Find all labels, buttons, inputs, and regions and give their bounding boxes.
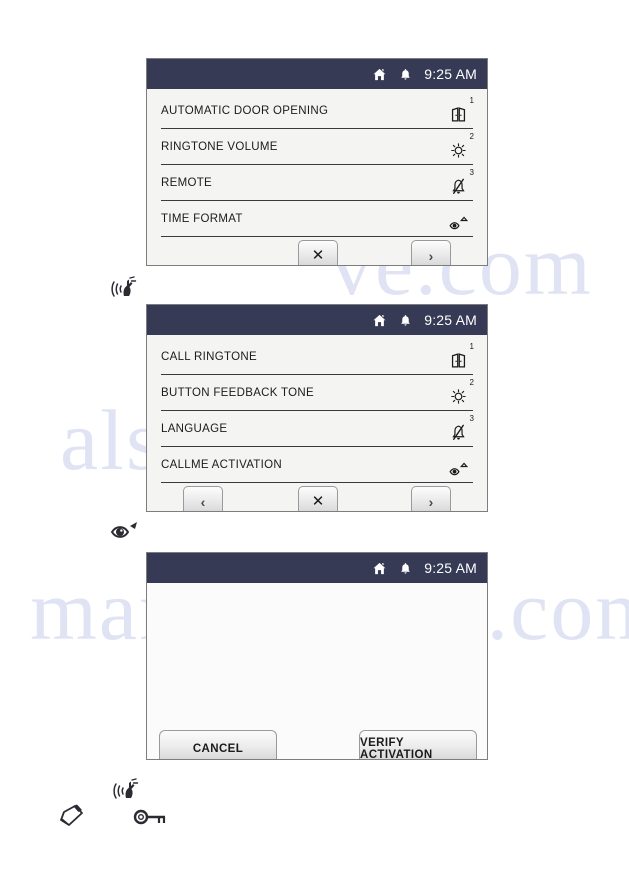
status-bar: 9:25 AM — [147, 59, 487, 89]
settings-row-label: RINGTONE VOLUME — [161, 140, 278, 153]
settings-row-label: BUTTON FEEDBACK TONE — [161, 386, 314, 399]
settings-row-label: REMOTE — [161, 176, 212, 189]
double-door-icon: 1 — [443, 341, 474, 372]
remote-signal-icon — [110, 276, 138, 307]
eye-caret-icon — [110, 518, 140, 547]
brightness-sun-icon: 2 — [443, 131, 474, 162]
next-page-button[interactable]: › — [411, 240, 451, 265]
home-icon[interactable] — [372, 67, 387, 82]
screen-body: CALL RINGTONE 1 BUTTON FEEDBACK TONE 2 L… — [147, 335, 487, 511]
dialog-content-area: CANCEL VERIFY ACTIVATION — [147, 583, 487, 759]
screen-body: AUTOMATIC DOOR OPENING 1 RINGTONE VOLUME — [147, 89, 487, 265]
settings-row[interactable]: CALL RINGTONE 1 — [161, 339, 474, 375]
button-bar: ‹ ✕ › — [147, 486, 487, 511]
bell-icon[interactable] — [399, 561, 412, 576]
brightness-sun-icon: 2 — [443, 377, 474, 408]
status-time: 9:25 AM — [424, 312, 477, 328]
settings-list: AUTOMATIC DOOR OPENING 1 RINGTONE VOLUME — [147, 89, 487, 237]
settings-row-label: LANGUAGE — [161, 422, 228, 435]
chevron-left-icon: ‹ — [200, 493, 206, 510]
cancel-button-label: CANCEL — [192, 742, 244, 755]
bell-icon[interactable] — [399, 313, 412, 328]
settings-row[interactable]: AUTOMATIC DOOR OPENING 1 — [161, 93, 474, 129]
settings-list: CALL RINGTONE 1 BUTTON FEEDBACK TONE 2 L… — [147, 335, 487, 483]
settings-row-index: 2 — [469, 131, 474, 141]
close-button[interactable]: ✕ — [298, 486, 338, 511]
muted-bell-icon: 3 — [443, 413, 474, 444]
key-icon — [133, 808, 169, 831]
verify-activation-button-label: VERIFY ACTIVATION — [360, 736, 433, 760]
close-icon: ✕ — [311, 493, 325, 510]
home-icon[interactable] — [372, 313, 387, 328]
settings-row-index: 3 — [469, 167, 474, 177]
settings-row-label: AUTOMATIC DOOR OPENING — [161, 104, 329, 117]
notepad-icon — [58, 803, 86, 836]
status-bar: 9:25 AM — [147, 553, 487, 583]
device-screen-settings-page-2: 9:25 AM CALL RINGTONE 1 BUTTON FEEDBACK … — [146, 304, 488, 512]
muted-bell-icon: 3 — [443, 167, 474, 198]
chevron-right-icon: › — [428, 493, 434, 510]
device-screen-verify-activation: 9:25 AM CANCEL VERIFY ACTIVATION — [146, 552, 488, 760]
next-page-button[interactable]: › — [411, 486, 451, 511]
settings-row-label: TIME FORMAT — [161, 212, 243, 225]
settings-row[interactable]: BUTTON FEEDBACK TONE 2 — [161, 375, 474, 411]
settings-row[interactable]: LANGUAGE 3 — [161, 411, 474, 447]
status-bar: 9:25 AM — [147, 305, 487, 335]
bell-icon[interactable] — [399, 67, 412, 82]
verify-activation-button[interactable]: VERIFY ACTIVATION — [359, 730, 477, 760]
settings-row[interactable]: RINGTONE VOLUME 2 — [161, 129, 474, 165]
eye-caret-icon — [443, 450, 473, 480]
settings-row[interactable]: CALLME ACTIVATION — [161, 447, 473, 483]
settings-row[interactable]: REMOTE 3 — [161, 165, 474, 201]
settings-row-label: CALLME ACTIVATION — [161, 458, 282, 471]
settings-row-label: CALL RINGTONE — [161, 350, 257, 363]
settings-row-index: 2 — [469, 377, 474, 387]
remote-signal-icon — [112, 778, 140, 809]
settings-row-index: 3 — [469, 413, 474, 423]
settings-row-index: 1 — [469, 341, 474, 351]
previous-page-button[interactable]: ‹ — [183, 486, 223, 511]
close-icon: ✕ — [311, 247, 325, 264]
status-time: 9:25 AM — [424, 66, 477, 82]
eye-caret-icon — [443, 204, 473, 234]
device-screen-settings-page-1: 9:25 AM AUTOMATIC DOOR OPENING 1 RINGTON… — [146, 58, 488, 266]
status-time: 9:25 AM — [424, 560, 477, 576]
button-bar: CANCEL VERIFY ACTIVATION — [147, 730, 487, 759]
home-icon[interactable] — [372, 561, 387, 576]
settings-row-index: 1 — [469, 95, 474, 105]
settings-row[interactable]: TIME FORMAT — [161, 201, 473, 237]
chevron-right-icon: › — [428, 247, 434, 264]
close-button[interactable]: ✕ — [298, 240, 338, 265]
button-bar: ✕ › — [147, 240, 487, 265]
cancel-button[interactable]: CANCEL — [159, 730, 277, 759]
double-door-icon: 1 — [443, 95, 474, 126]
